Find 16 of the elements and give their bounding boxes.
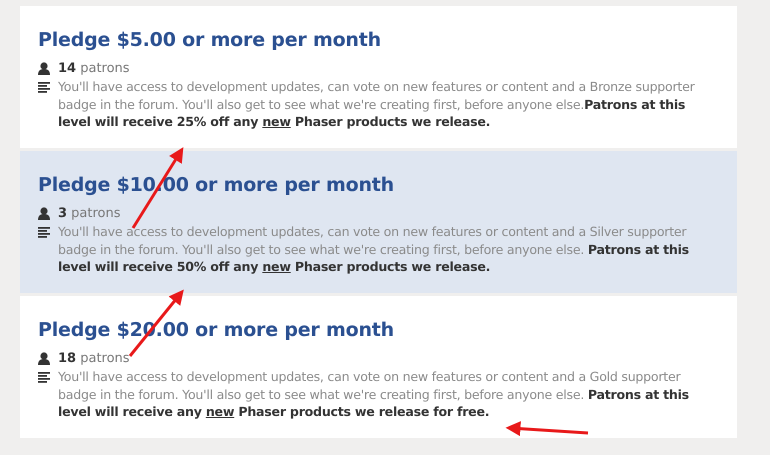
- tier-description: You'll have access to development updates, can vote on new features or content and a Bronze supporter badge in the forum. You'll also get to see what we're creating first, before anyone else.Patrons at this level will receive 25% off any new Phaser products we release.: [58, 78, 696, 130]
- text-lines-icon: [38, 82, 50, 93]
- patron-count: 18 patrons: [58, 351, 130, 366]
- tier-title: Pledge $5.00 or more per month: [38, 28, 382, 53]
- text-lines-icon: [38, 227, 50, 238]
- tier-description: You'll have access to development updates, can vote on new features or content and a Gold supporter badge in the forum. You'll also get to see what we're creating first, before anyone else. Patrons at this level will receive any new Phaser products we release for free.: [58, 368, 690, 420]
- patron-count: 3 patrons: [58, 206, 121, 221]
- person-icon: [38, 352, 50, 365]
- text-lines-icon: [38, 372, 50, 383]
- patron-count: 14 patrons: [58, 61, 130, 76]
- tier-card[interactable]: [20, 6, 737, 148]
- person-icon: [38, 207, 50, 220]
- tier-description: You'll have access to development updates, can vote on new features or content and a Silver supporter badge in the forum. You'll also get to see what we're creating first, before anyone else. Patrons at this level will receive 50% off any new Phaser products we release.: [58, 223, 690, 276]
- tier-card[interactable]: [20, 151, 737, 293]
- person-icon: [38, 62, 50, 75]
- tier-card[interactable]: [20, 296, 737, 438]
